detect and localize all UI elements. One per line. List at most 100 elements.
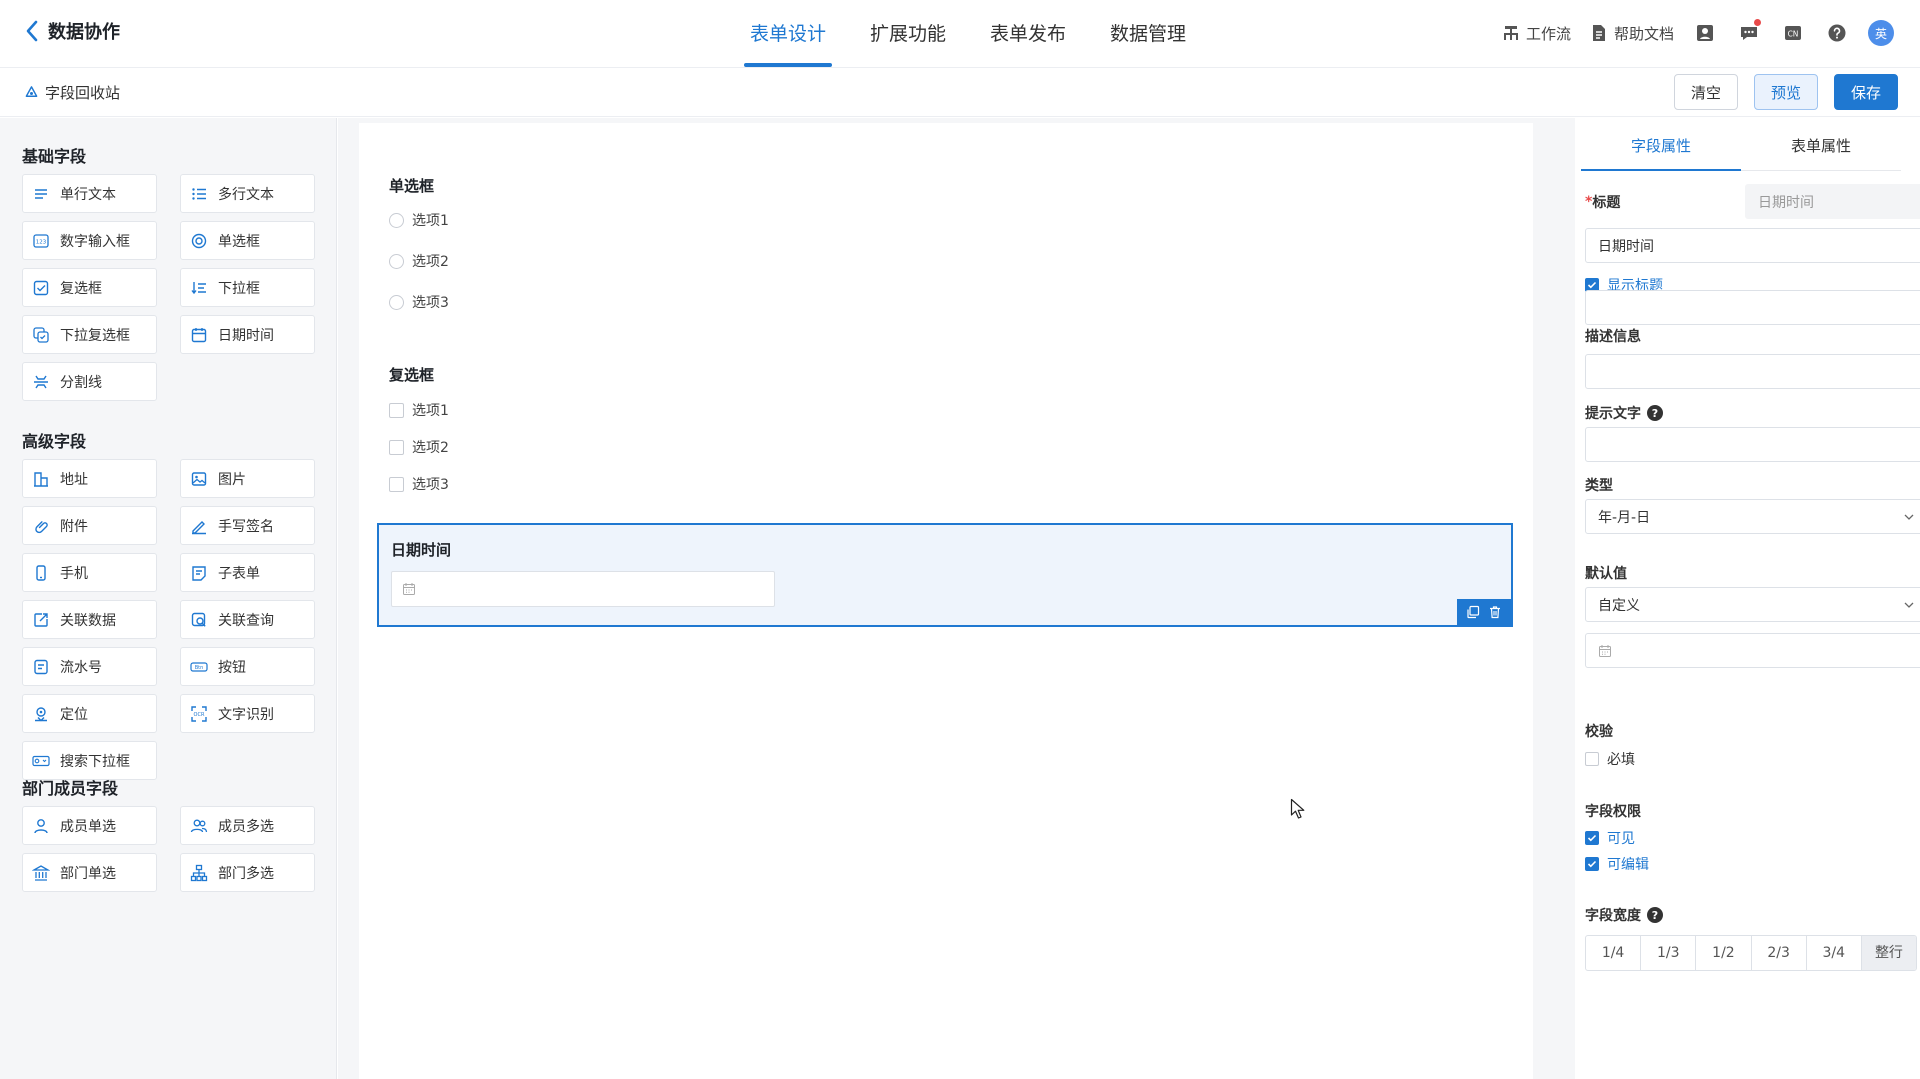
radio-field-block[interactable]: 单选框 选项1 选项2 选项3 xyxy=(389,175,1089,312)
title-placeholder-field[interactable]: 日期时间 xyxy=(1745,184,1920,219)
field-number-input[interactable]: 123 数字输入框 xyxy=(22,221,157,260)
member-multi-icon xyxy=(190,819,208,832)
tab-form-properties[interactable]: 表单属性 xyxy=(1741,126,1901,170)
field-linked-data[interactable]: 关联数据 xyxy=(22,600,157,639)
number-input-icon: 123 xyxy=(33,233,49,248)
language-button[interactable]: CN xyxy=(1780,19,1806,47)
visible-checkbox[interactable]: 可见 xyxy=(1585,828,1635,848)
width-option[interactable]: 1/3 xyxy=(1641,936,1697,970)
field-dropdown[interactable]: 下拉框 xyxy=(180,268,315,307)
clear-button[interactable]: 清空 xyxy=(1673,74,1738,110)
radio-option[interactable]: 选项3 xyxy=(389,292,1089,312)
checkbox-option[interactable]: 选项2 xyxy=(389,437,1089,457)
workflow-icon xyxy=(1503,26,1518,40)
checkbox-field-block[interactable]: 复选框 选项1 选项2 选项3 xyxy=(389,364,1089,494)
field-image[interactable]: 图片 xyxy=(180,459,315,498)
field-recycle-bin[interactable]: 字段回收站 xyxy=(24,82,120,103)
messages-button[interactable] xyxy=(1736,19,1762,47)
contacts-button[interactable] xyxy=(1692,19,1718,47)
dropdown-icon xyxy=(191,281,206,294)
width-option[interactable]: 2/3 xyxy=(1752,936,1807,970)
checkbox-option[interactable]: 选项1 xyxy=(389,400,1089,420)
help-icon[interactable]: ? xyxy=(1647,405,1663,421)
save-button[interactable]: 保存 xyxy=(1833,74,1898,110)
type-label: 类型 xyxy=(1585,478,1613,494)
trash-icon xyxy=(1490,606,1501,619)
field-divider[interactable]: 分割线 xyxy=(22,362,157,401)
preview-button[interactable]: 预览 xyxy=(1753,74,1818,110)
radio-circle[interactable] xyxy=(389,253,404,269)
radio-circle[interactable] xyxy=(389,294,404,310)
copy-field-button[interactable] xyxy=(1466,605,1480,619)
document-icon xyxy=(1592,25,1605,41)
width-option-selected[interactable]: 整行 xyxy=(1861,936,1916,970)
field-button[interactable]: Btn 按钮 xyxy=(180,647,315,686)
workflow-link[interactable]: 工作流 xyxy=(1501,23,1571,44)
width-option[interactable]: 1/4 xyxy=(1586,936,1642,970)
hint-input[interactable] xyxy=(1585,427,1920,462)
radio-option[interactable]: 选项2 xyxy=(389,251,1089,271)
linked-query-icon xyxy=(191,612,206,627)
help-button[interactable] xyxy=(1824,19,1850,47)
editable-checkbox[interactable]: 可编辑 xyxy=(1585,854,1649,874)
field-tools xyxy=(1457,599,1511,625)
help-icon[interactable]: ? xyxy=(1647,907,1663,923)
form-canvas[interactable]: 单选框 选项1 选项2 选项3 复选框 选项1 选项2 选项3 日期时间 xyxy=(359,123,1533,1079)
checkbox-square[interactable] xyxy=(389,402,404,418)
tab-form-publish[interactable]: 表单发布 xyxy=(968,0,1088,68)
checkbox-checked[interactable] xyxy=(1585,831,1599,845)
radio-option[interactable]: 选项1 xyxy=(389,210,1089,230)
tab-extensions[interactable]: 扩展功能 xyxy=(848,0,968,68)
title-input[interactable]: 日期时间 xyxy=(1585,228,1920,263)
help-docs-link[interactable]: 帮助文档 xyxy=(1589,23,1674,44)
copy-icon xyxy=(1467,605,1479,619)
width-option[interactable]: 3/4 xyxy=(1807,936,1862,970)
radio-circle[interactable] xyxy=(389,212,404,228)
type-select[interactable]: 年-月-日 xyxy=(1585,499,1920,534)
width-option[interactable]: 1/2 xyxy=(1696,936,1752,970)
back-button[interactable]: 数据协作 xyxy=(24,18,120,44)
tab-field-properties[interactable]: 字段属性 xyxy=(1581,126,1741,171)
field-serial-number[interactable]: 流水号 xyxy=(22,647,157,686)
description-input[interactable] xyxy=(1585,354,1920,389)
required-checkbox[interactable]: 必填 xyxy=(1585,749,1635,769)
field-radio[interactable]: 单选框 xyxy=(180,221,315,260)
checkbox-square[interactable] xyxy=(389,476,404,492)
avatar[interactable]: 英 xyxy=(1868,20,1894,46)
field-subform[interactable]: 子表单 xyxy=(180,553,315,592)
field-signature[interactable]: 手写签名 xyxy=(180,506,315,545)
date-field-block-selected[interactable]: 日期时间 xyxy=(377,523,1513,627)
field-phone[interactable]: 手机 xyxy=(22,553,157,592)
field-department-single[interactable]: 部门单选 xyxy=(22,853,157,892)
checkbox-unchecked[interactable] xyxy=(1585,752,1599,766)
field-department-multi[interactable]: 部门多选 xyxy=(180,853,315,892)
field-date-time[interactable]: 日期时间 xyxy=(180,315,315,354)
search-dropdown-icon xyxy=(32,755,50,766)
tab-form-design[interactable]: 表单设计 xyxy=(728,0,848,68)
date-picker-input[interactable] xyxy=(391,571,775,607)
field-checkbox[interactable]: 复选框 xyxy=(22,268,157,307)
field-linked-query[interactable]: 关联查询 xyxy=(180,600,315,639)
field-ocr[interactable]: OCR 文字识别 xyxy=(180,694,315,733)
toolbar: 字段回收站 清空 预览 保存 xyxy=(0,69,1920,117)
default-date-input[interactable] xyxy=(1585,633,1920,668)
field-multi-dropdown[interactable]: 下拉复选框 xyxy=(22,315,157,354)
field-member-multi[interactable]: 成员多选 xyxy=(180,806,315,845)
checkbox-checked[interactable] xyxy=(1585,857,1599,871)
field-location[interactable]: 定位 xyxy=(22,694,157,733)
attachment-icon xyxy=(35,520,48,533)
checkbox-option[interactable]: 选项3 xyxy=(389,474,1089,494)
checkbox-square[interactable] xyxy=(389,439,404,455)
field-member-single[interactable]: 成员单选 xyxy=(22,806,157,845)
group-title-basic: 基础字段 xyxy=(22,147,87,166)
location-icon xyxy=(35,706,47,721)
delete-field-button[interactable] xyxy=(1488,605,1502,619)
field-address[interactable]: 地址 xyxy=(22,459,157,498)
checkbox-icon xyxy=(33,280,49,295)
member-fields-grid: 成员单选 成员多选 部门单选 部门多选 xyxy=(22,806,315,892)
field-attachment[interactable]: 附件 xyxy=(22,506,157,545)
default-value-select[interactable]: 自定义 xyxy=(1585,587,1920,622)
tab-data-management[interactable]: 数据管理 xyxy=(1088,0,1208,68)
field-single-line-text[interactable]: 单行文本 xyxy=(22,174,157,213)
field-multi-line-text[interactable]: 多行文本 xyxy=(180,174,315,213)
